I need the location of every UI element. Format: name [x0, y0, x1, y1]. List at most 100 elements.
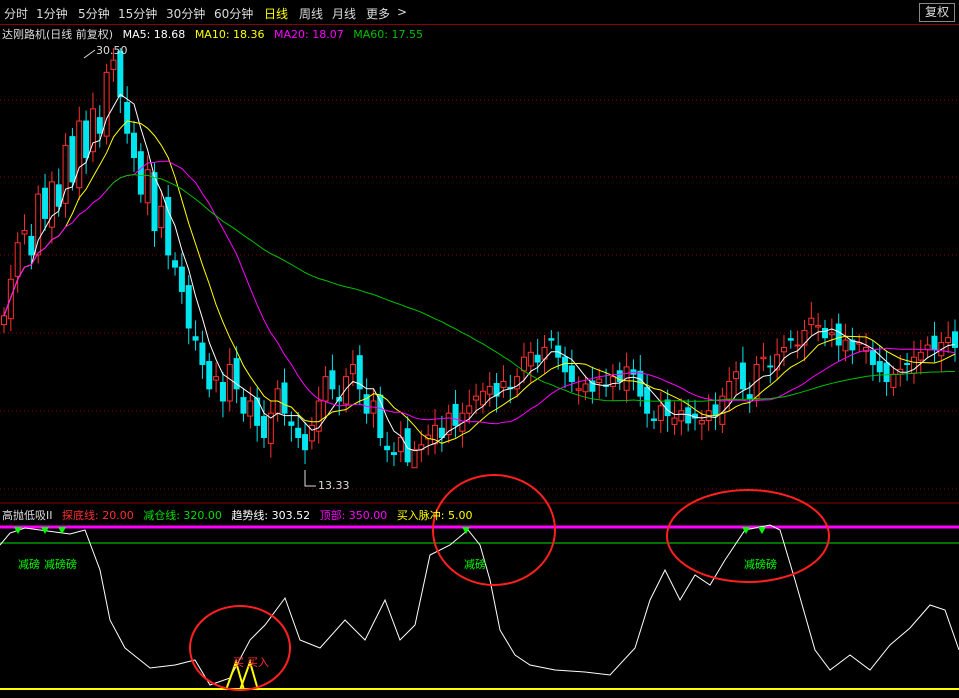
candle-body [83, 120, 90, 159]
candle-body [527, 351, 534, 367]
candle-body [815, 325, 822, 328]
candle-body [575, 388, 582, 391]
candle-body [103, 71, 110, 137]
signal-label: 减磅磅 [44, 558, 77, 571]
signal-label: 减磅 [18, 558, 40, 571]
candle-body [89, 108, 96, 153]
candle-body [486, 385, 493, 395]
high-price-label: 30.50 [96, 44, 128, 57]
candle-body [822, 327, 829, 339]
candle-body [657, 405, 664, 421]
candle-body [473, 395, 480, 401]
candle-body [842, 339, 849, 352]
candle-body [794, 344, 801, 347]
candle-body [466, 405, 473, 414]
candle-body [1, 315, 7, 326]
candle-body [172, 260, 179, 268]
candle-body [144, 169, 151, 204]
candle-body [568, 365, 575, 383]
candle-body [637, 370, 644, 397]
candle-body [739, 362, 746, 390]
candle-body [226, 363, 233, 402]
candle-body [876, 361, 883, 373]
low-marker [304, 470, 316, 487]
candle-body [698, 419, 705, 425]
candle-body [384, 445, 391, 451]
reduce-arrow-icon [14, 527, 22, 534]
candle-body [746, 394, 753, 400]
candle-body [931, 335, 938, 351]
indicator-legend: 高抛低吸II 探底线: 20.00 减仓线: 320.00 趋势线: 303.5… [2, 507, 479, 523]
reduce-arrow-icon [758, 527, 766, 534]
trend-line [0, 524, 959, 686]
candle-body [213, 376, 220, 381]
candle-body [302, 434, 309, 451]
candle-body [520, 356, 527, 372]
candle-body [315, 400, 322, 432]
candle-body [644, 386, 651, 414]
candle-body [890, 373, 897, 388]
candle-body [281, 382, 288, 414]
candle-body [780, 346, 787, 353]
candle-body [117, 50, 124, 98]
candle-body [130, 132, 137, 159]
candle-body [390, 452, 397, 456]
candle-body [548, 338, 555, 341]
candle-body [343, 376, 350, 405]
buy-signal-label: 买 [233, 656, 244, 669]
candle-body [14, 242, 21, 277]
candle-body [48, 181, 55, 228]
indicator-name: 高抛低吸II [2, 509, 53, 522]
candle-body [808, 317, 815, 326]
candle-body [596, 378, 603, 383]
candle-body [500, 381, 507, 388]
candle-body [349, 363, 356, 375]
candle-body [828, 332, 835, 336]
candle-body [288, 421, 295, 426]
candle-body [110, 59, 117, 70]
high-marker [83, 49, 96, 59]
candle-body [712, 404, 719, 417]
candle-body [322, 376, 329, 402]
jiancang-value: 减仓线: 320.00 [143, 509, 222, 522]
qushi-value: 趋势线: 303.52 [231, 509, 311, 522]
buy-signal-label: 买入 [247, 656, 269, 669]
candle-body [219, 381, 226, 402]
candle-body [924, 344, 931, 350]
candle-body [28, 235, 35, 256]
candle-body [185, 285, 192, 329]
candle-body [69, 136, 76, 183]
candle-body [21, 230, 28, 235]
candle-body [479, 390, 486, 406]
candle-body [178, 266, 185, 292]
tandi-value: 探底线: 20.00 [62, 509, 134, 522]
candle-body [678, 410, 685, 422]
candle-body [240, 397, 247, 414]
candle-body [247, 400, 254, 417]
candle-body [869, 349, 876, 365]
candle-body [199, 342, 206, 365]
candle-body [904, 363, 911, 366]
signal-label: 减磅磅 [744, 558, 777, 571]
signal-label: 减磅 [464, 558, 486, 571]
top-value: 顶部: 350.00 [319, 509, 388, 522]
candle-body [96, 117, 103, 134]
candle-body [329, 370, 336, 390]
candle-body [158, 205, 165, 229]
candle-body [295, 427, 302, 439]
candle-body [137, 151, 144, 195]
candle-body [124, 102, 131, 134]
candle-body [192, 336, 199, 341]
candle-body [582, 383, 589, 393]
highlight-circle [432, 474, 556, 586]
kline-chart[interactable] [0, 0, 959, 698]
candle-body [260, 416, 267, 439]
candle-body [7, 278, 14, 320]
candle-body [917, 351, 924, 361]
candle-body [910, 356, 917, 374]
candle-body [733, 371, 740, 380]
candle-body [609, 376, 616, 387]
candle-body [42, 187, 49, 219]
candle-body [534, 354, 541, 363]
candle-body [835, 323, 842, 346]
